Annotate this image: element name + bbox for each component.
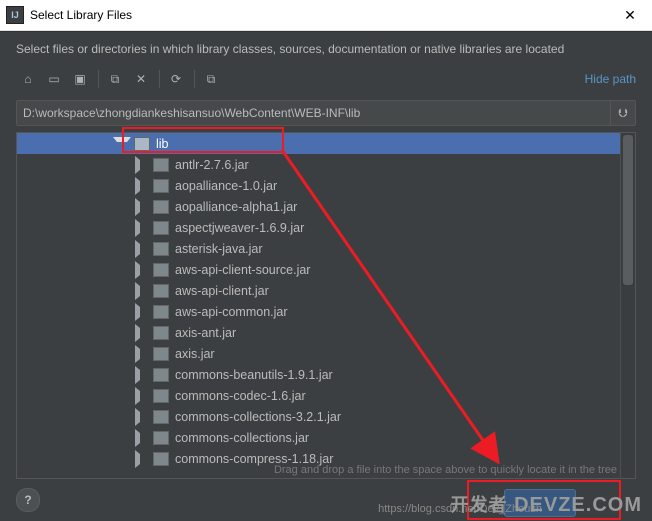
jar-file-icon: [153, 284, 169, 298]
chevron-down-icon[interactable]: [113, 137, 131, 152]
tree-item[interactable]: aopalliance-alpha1.jar: [17, 196, 621, 217]
jar-file-icon: [153, 179, 169, 193]
chevron-right-icon[interactable]: [135, 240, 150, 258]
tree-item[interactable]: antlr-2.7.6.jar: [17, 154, 621, 175]
jar-file-icon: [153, 347, 169, 361]
chevron-right-icon[interactable]: [135, 303, 150, 321]
folder-icon: [134, 137, 150, 151]
jar-file-icon: [153, 242, 169, 256]
jar-file-icon: [153, 368, 169, 382]
dialog-body: Select files or directories in which lib…: [0, 31, 652, 521]
file-label: commons-collections.jar: [175, 431, 309, 445]
chevron-right-icon[interactable]: [135, 408, 150, 426]
drag-drop-hint: Drag and drop a file into the space abov…: [274, 464, 617, 476]
tree-item[interactable]: aopalliance-1.0.jar: [17, 175, 621, 196]
file-label: aws-api-client-source.jar: [175, 263, 310, 277]
tree-item[interactable]: commons-codec-1.6.jar: [17, 385, 621, 406]
path-bar: D:\workspace\zhongdiankeshisansuo\WebCon…: [16, 100, 636, 126]
chevron-right-icon[interactable]: [135, 450, 150, 468]
home-icon[interactable]: ⌂: [18, 69, 38, 89]
file-label: aspectjweaver-1.6.9.jar: [175, 221, 304, 235]
jar-file-icon: [153, 452, 169, 466]
separator: [194, 70, 195, 88]
chevron-right-icon[interactable]: [135, 345, 150, 363]
desktop-icon[interactable]: ▭: [44, 69, 64, 89]
chevron-right-icon[interactable]: [135, 177, 150, 195]
separator: [98, 70, 99, 88]
chevron-right-icon[interactable]: [135, 282, 150, 300]
watermark-en: DEVZE.COM: [514, 494, 642, 516]
tree-item[interactable]: aws-api-client-source.jar: [17, 259, 621, 280]
vertical-scrollbar[interactable]: [620, 133, 635, 478]
close-button[interactable]: ✕: [608, 1, 652, 29]
file-label: aws-api-client.jar: [175, 284, 269, 298]
tree-item[interactable]: asterisk-java.jar: [17, 238, 621, 259]
file-label: aopalliance-1.0.jar: [175, 179, 277, 193]
scrollbar-thumb[interactable]: [623, 135, 633, 285]
toolbar: ⌂ ▭ ▣ ⧉ ✕ ⟳ ⧉ Hide path: [0, 62, 652, 96]
help-button[interactable]: ?: [16, 488, 40, 512]
file-label: aws-api-common.jar: [175, 305, 288, 319]
file-label: axis-ant.jar: [175, 326, 236, 340]
tree-viewport[interactable]: lib antlr-2.7.6.jar aopalliance-1.0.jar aop…: [17, 133, 621, 478]
show-hidden-icon[interactable]: ⧉: [201, 69, 221, 89]
history-dropdown-icon[interactable]: ⮋: [610, 101, 635, 125]
tree-item[interactable]: commons-beanutils-1.9.1.jar: [17, 364, 621, 385]
watermark-brand: 开发者 DEVZE.COM: [451, 491, 642, 517]
chevron-right-icon[interactable]: [135, 324, 150, 342]
jar-file-icon: [153, 431, 169, 445]
file-label: antlr-2.7.6.jar: [175, 158, 249, 172]
tree-folder-lib[interactable]: lib: [17, 133, 621, 154]
info-text: Select files or directories in which lib…: [0, 32, 652, 62]
project-icon[interactable]: ▣: [70, 69, 90, 89]
jar-file-icon: [153, 326, 169, 340]
file-label: axis.jar: [175, 347, 215, 361]
tree-item[interactable]: aws-api-client.jar: [17, 280, 621, 301]
file-label: asterisk-java.jar: [175, 242, 263, 256]
watermark-cn: 开发者: [451, 495, 508, 515]
chevron-right-icon[interactable]: [135, 366, 150, 384]
separator: [159, 70, 160, 88]
tree-item[interactable]: commons-collections-3.2.1.jar: [17, 406, 621, 427]
chevron-right-icon[interactable]: [135, 219, 150, 237]
file-label: commons-collections-3.2.1.jar: [175, 410, 341, 424]
app-icon: IJ: [6, 6, 24, 24]
jar-file-icon: [153, 263, 169, 277]
chevron-right-icon[interactable]: [135, 429, 150, 447]
delete-icon[interactable]: ✕: [131, 69, 151, 89]
dialog-window: IJ Select Library Files ✕ Select files o…: [0, 0, 652, 521]
refresh-icon[interactable]: ⟳: [166, 69, 186, 89]
tree-item[interactable]: axis.jar: [17, 343, 621, 364]
chevron-right-icon[interactable]: [135, 387, 150, 405]
jar-file-icon: [153, 389, 169, 403]
tree-item[interactable]: aws-api-common.jar: [17, 301, 621, 322]
jar-file-icon: [153, 158, 169, 172]
jar-file-icon: [153, 410, 169, 424]
jar-file-icon: [153, 200, 169, 214]
hide-path-link[interactable]: Hide path: [585, 72, 636, 86]
jar-file-icon: [153, 221, 169, 235]
window-title: Select Library Files: [30, 8, 132, 22]
tree-item[interactable]: aspectjweaver-1.6.9.jar: [17, 217, 621, 238]
file-label: aopalliance-alpha1.jar: [175, 200, 297, 214]
chevron-right-icon[interactable]: [135, 198, 150, 216]
chevron-right-icon[interactable]: [135, 261, 150, 279]
titlebar: IJ Select Library Files ✕: [0, 0, 652, 31]
tree-item[interactable]: axis-ant.jar: [17, 322, 621, 343]
chevron-right-icon[interactable]: [135, 156, 150, 174]
tree-item[interactable]: commons-collections.jar: [17, 427, 621, 448]
file-label: commons-codec-1.6.jar: [175, 389, 306, 403]
new-folder-icon[interactable]: ⧉: [105, 69, 125, 89]
path-input[interactable]: D:\workspace\zhongdiankeshisansuo\WebCon…: [17, 101, 610, 125]
jar-file-icon: [153, 305, 169, 319]
file-label: commons-beanutils-1.9.1.jar: [175, 368, 333, 382]
file-label: lib: [156, 137, 169, 151]
file-tree: lib antlr-2.7.6.jar aopalliance-1.0.jar aop…: [16, 132, 636, 479]
